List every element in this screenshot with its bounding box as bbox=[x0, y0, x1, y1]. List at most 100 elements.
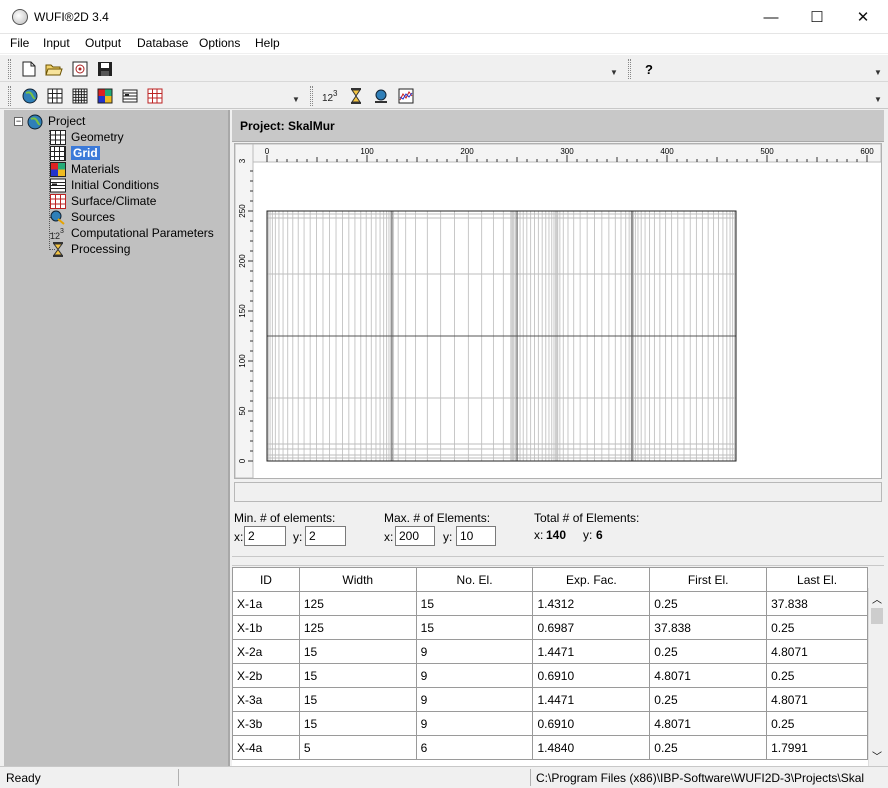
column-header-no-el[interactable]: No. El. bbox=[415, 567, 534, 592]
project-globe-icon[interactable] bbox=[21, 87, 39, 105]
table-cell[interactable]: 0.6987 bbox=[532, 615, 651, 640]
chart-icon[interactable] bbox=[397, 87, 415, 105]
max-y-input[interactable] bbox=[456, 526, 496, 546]
tree-item-surface-climate[interactable]: Surface/Climate bbox=[50, 193, 156, 209]
scroll-up-icon[interactable]: ︿ bbox=[872, 591, 882, 606]
materials-icon[interactable] bbox=[96, 87, 114, 105]
tree-item-initial-conditions[interactable]: Initial Conditions bbox=[50, 177, 159, 193]
table-cell[interactable]: X-1b bbox=[232, 615, 300, 640]
toolbar-chevron-icon[interactable]: ▼ bbox=[610, 68, 618, 77]
table-cell[interactable]: 37.838 bbox=[766, 591, 868, 616]
grid-icon[interactable] bbox=[71, 87, 89, 105]
table-cell[interactable]: X-3a bbox=[232, 687, 300, 712]
table-cell[interactable]: 15 bbox=[298, 663, 417, 688]
table-cell[interactable]: 37.838 bbox=[649, 615, 768, 640]
help-button[interactable]: ? bbox=[640, 60, 658, 78]
tree-item-processing[interactable]: Processing bbox=[50, 241, 130, 257]
table-cell[interactable]: 15 bbox=[415, 615, 534, 640]
table-row[interactable]: X-1a 125 15 1.4312 0.25 37.838 bbox=[232, 591, 868, 616]
globe-calc-icon[interactable] bbox=[372, 87, 390, 105]
table-cell[interactable]: 125 bbox=[298, 615, 417, 640]
table-cell[interactable]: 0.25 bbox=[766, 663, 868, 688]
table-row[interactable]: X-1b 125 15 0.6987 37.838 0.25 bbox=[232, 615, 868, 640]
table-cell[interactable]: 0.25 bbox=[766, 711, 868, 736]
table-cell[interactable]: X-2b bbox=[232, 663, 300, 688]
toolbar-chevron-icon[interactable]: ▼ bbox=[874, 95, 882, 104]
menu-options[interactable]: Options bbox=[199, 36, 240, 50]
toolbar-chevron-icon[interactable]: ▼ bbox=[874, 68, 882, 77]
table-cell[interactable]: 0.25 bbox=[649, 687, 768, 712]
maximize-button[interactable]: ☐ bbox=[794, 0, 840, 34]
grid-plot[interactable]: 0 100 200 300 400 500 600 0 50 100 150 200 250 3 bbox=[234, 143, 882, 479]
tree-item-geometry[interactable]: Geometry bbox=[50, 129, 124, 145]
table-cell[interactable]: 0.25 bbox=[766, 615, 868, 640]
column-header-width[interactable]: Width bbox=[298, 567, 417, 592]
table-row[interactable]: X-3b 15 9 0.6910 4.8071 0.25 bbox=[232, 711, 868, 736]
min-y-input[interactable] bbox=[305, 526, 346, 546]
table-cell[interactable]: 1.4471 bbox=[532, 639, 651, 664]
min-x-input[interactable] bbox=[244, 526, 286, 546]
table-row[interactable]: X-2a 15 9 1.4471 0.25 4.8071 bbox=[232, 639, 868, 664]
close-button[interactable]: ✕ bbox=[840, 0, 886, 34]
tree-item-grid[interactable]: Grid bbox=[50, 145, 100, 161]
tree-item-computational-parameters[interactable]: 12 3 Computational Parameters bbox=[50, 225, 214, 241]
menu-file[interactable]: File bbox=[10, 36, 29, 50]
table-cell[interactable]: 15 bbox=[415, 591, 534, 616]
max-x-input[interactable] bbox=[395, 526, 435, 546]
column-header-id[interactable]: ID bbox=[232, 567, 300, 592]
table-cell[interactable]: X-1a bbox=[232, 591, 300, 616]
menu-input[interactable]: Input bbox=[43, 36, 70, 50]
menu-database[interactable]: Database bbox=[137, 36, 188, 50]
table-cell[interactable]: 1.4471 bbox=[532, 687, 651, 712]
table-scrollbar[interactable]: ︿ ﹀ bbox=[868, 588, 884, 766]
table-row[interactable]: X-3a 15 9 1.4471 0.25 4.8071 bbox=[232, 687, 868, 712]
save-icon[interactable] bbox=[96, 60, 114, 78]
table-cell[interactable]: 125 bbox=[298, 591, 417, 616]
table-cell[interactable]: 15 bbox=[298, 639, 417, 664]
column-header-last-el[interactable]: Last El. bbox=[766, 567, 868, 592]
tree-item-sources[interactable]: Sources bbox=[50, 209, 115, 225]
table-cell[interactable]: 9 bbox=[415, 711, 534, 736]
collapse-toggle-icon[interactable]: − bbox=[14, 116, 23, 126]
minimize-button[interactable]: — bbox=[748, 0, 794, 34]
toolbar-grip[interactable] bbox=[310, 86, 313, 106]
table-cell[interactable]: X-3b bbox=[232, 711, 300, 736]
computational-parameters-icon[interactable]: 12 3 bbox=[322, 87, 340, 105]
table-row[interactable]: X-2b 15 9 0.6910 4.8071 0.25 bbox=[232, 663, 868, 688]
table-cell[interactable]: 4.8071 bbox=[766, 639, 868, 664]
table-cell[interactable]: X-2a bbox=[232, 639, 300, 664]
table-cell[interactable]: 0.25 bbox=[649, 735, 768, 760]
table-cell[interactable]: 4.8071 bbox=[766, 687, 868, 712]
tree-item-materials[interactable]: Materials bbox=[50, 161, 120, 177]
tree-item-project[interactable]: − Project bbox=[14, 113, 85, 129]
table-cell[interactable]: 5 bbox=[298, 735, 417, 760]
table-cell[interactable]: 4.8071 bbox=[649, 711, 768, 736]
column-header-first-el[interactable]: First El. bbox=[649, 567, 768, 592]
toolbar-chevron-icon[interactable]: ▼ bbox=[292, 95, 300, 104]
table-cell[interactable]: 9 bbox=[415, 663, 534, 688]
hourglass-icon[interactable] bbox=[347, 87, 365, 105]
table-cell[interactable]: 9 bbox=[415, 639, 534, 664]
scroll-thumb[interactable] bbox=[871, 608, 883, 624]
table-cell[interactable]: 9 bbox=[415, 687, 534, 712]
settings-file-icon[interactable] bbox=[71, 60, 89, 78]
open-folder-icon[interactable] bbox=[45, 60, 63, 78]
table-cell[interactable]: 15 bbox=[298, 711, 417, 736]
scroll-down-icon[interactable]: ﹀ bbox=[872, 748, 882, 763]
column-header-exp-fac[interactable]: Exp. Fac. bbox=[532, 567, 651, 592]
table-row[interactable]: X-4a 5 6 1.4840 0.25 1.7991 bbox=[232, 735, 868, 760]
table-cell[interactable]: 4.8071 bbox=[649, 663, 768, 688]
table-cell[interactable]: 15 bbox=[298, 687, 417, 712]
table-cell[interactable]: 0.25 bbox=[649, 639, 768, 664]
toolbar-grip[interactable] bbox=[8, 86, 11, 106]
table-cell[interactable]: 6 bbox=[415, 735, 534, 760]
toolbar-grip[interactable] bbox=[628, 59, 631, 79]
initial-conditions-icon[interactable] bbox=[121, 87, 139, 105]
geometry-grid-icon[interactable] bbox=[46, 87, 64, 105]
toolbar-grip[interactable] bbox=[8, 59, 11, 79]
new-file-icon[interactable] bbox=[20, 60, 38, 78]
table-cell[interactable]: 1.4840 bbox=[532, 735, 651, 760]
table-cell[interactable]: X-4a bbox=[232, 735, 300, 760]
table-cell[interactable]: 0.6910 bbox=[532, 663, 651, 688]
table-cell[interactable]: 1.7991 bbox=[766, 735, 868, 760]
